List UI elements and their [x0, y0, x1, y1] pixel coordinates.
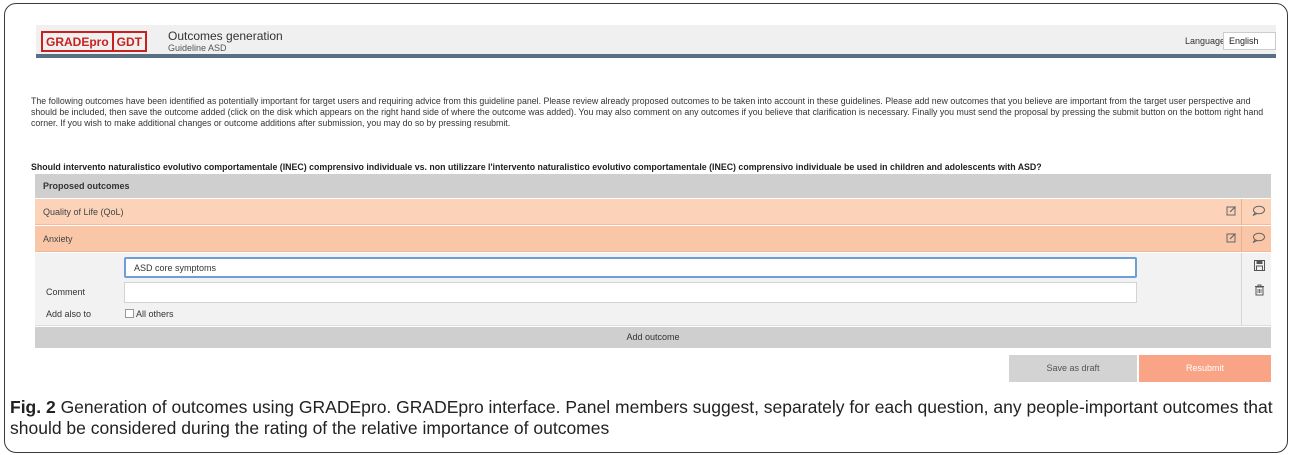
- app-header: GRADEpro GDT Outcomes generation Guideli…: [36, 25, 1276, 58]
- all-others-label: All others: [136, 309, 174, 319]
- row-divider: [1241, 226, 1242, 252]
- trash-icon[interactable]: [1252, 284, 1266, 299]
- caption-text: Generation of outcomes using GRADEpro. G…: [10, 397, 1273, 438]
- question-text: Should intervento naturalistico evolutiv…: [31, 162, 1042, 172]
- outcome-name-input[interactable]: ASD core symptoms: [124, 257, 1137, 278]
- gradepro-logo[interactable]: GRADEpro GDT: [41, 31, 148, 52]
- page-subtitle: Guideline ASD: [168, 43, 227, 53]
- outcome-label: Quality of Life (QoL): [43, 207, 124, 217]
- page-title: Outcomes generation: [168, 29, 283, 43]
- new-outcome-form: ASD core symptoms Comment Add also to Al…: [35, 253, 1271, 326]
- comment-label: Comment: [46, 287, 86, 297]
- comment-icon[interactable]: [1251, 205, 1265, 219]
- outcome-row[interactable]: Anxiety: [35, 226, 1271, 252]
- instructions-text: The following outcomes have been identif…: [31, 96, 1264, 128]
- edit-icon[interactable]: [1224, 205, 1238, 219]
- edit-icon[interactable]: [1224, 232, 1238, 246]
- language-label: Language: [1185, 36, 1226, 46]
- row-divider: [1241, 199, 1242, 225]
- proposed-outcomes-header: Proposed outcomes: [35, 174, 1271, 198]
- save-as-draft-button[interactable]: Save as draft: [1009, 355, 1137, 382]
- comment-input[interactable]: [124, 282, 1137, 303]
- figure-caption: Fig. 2 Generation of outcomes using GRAD…: [10, 397, 1280, 439]
- logo-gradepro-text: GRADEpro: [46, 35, 109, 49]
- outcome-label: Anxiety: [43, 234, 73, 244]
- add-also-label: Add also to: [46, 309, 92, 319]
- outcome-row[interactable]: Quality of Life (QoL): [35, 199, 1271, 225]
- logo-gdt-text: GDT: [111, 33, 145, 50]
- floppy-disk-icon[interactable]: [1252, 260, 1266, 274]
- figure-label: Fig. 2: [10, 397, 56, 417]
- add-outcome-button[interactable]: Add outcome: [35, 327, 1271, 348]
- comment-icon[interactable]: [1251, 232, 1265, 246]
- all-others-checkbox[interactable]: [125, 309, 134, 318]
- resubmit-button[interactable]: Resubmit: [1139, 355, 1271, 382]
- language-select[interactable]: English: [1223, 32, 1276, 50]
- column-divider: [1241, 253, 1242, 326]
